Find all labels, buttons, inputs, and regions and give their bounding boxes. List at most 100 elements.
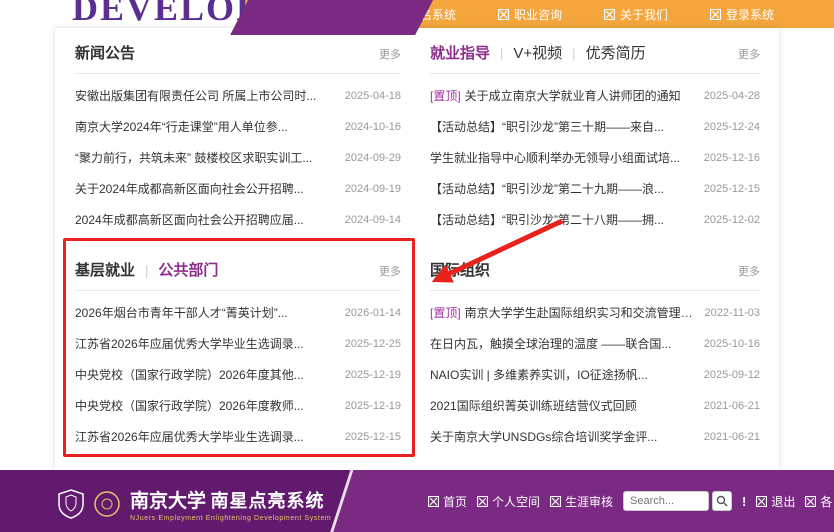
item-date: 2025-12-16 <box>703 151 760 164</box>
item-title: 在日内瓦，触摸全球治理的温度 ——联合国... <box>430 337 672 351</box>
broken-image-icon <box>710 8 722 20</box>
item-title: 【活动总结】“职引沙龙”第二十九期——浪... <box>430 182 664 196</box>
broken-image-icon <box>477 495 489 507</box>
search-icon <box>716 495 728 507</box>
system-name: 南星点亮系统 <box>210 491 325 511</box>
item-date: 2021-06-21 <box>703 430 760 443</box>
item-date: 2025-12-24 <box>703 120 760 133</box>
item-date: 2024-10-16 <box>344 120 401 133</box>
news-list-item[interactable]: 关于2024年成都高新区面向社会公开招聘... 2024-09-19 <box>75 173 401 204</box>
international-list-item[interactable]: NAIO实训 | 多维素养实训，IO征途扬帆... 2025-09-12 <box>430 359 760 390</box>
footer-brand-text: 南京大学 南星点亮系统 NJuers Employment Enlighteni… <box>130 486 331 522</box>
item-date: 2025-12-15 <box>703 182 760 195</box>
item-title: “聚力前行，共筑未来” 鼓楼校区求职实训工... <box>75 151 313 165</box>
news-list-item[interactable]: “聚力前行，共筑未来” 鼓楼校区求职实训工... 2024-09-29 <box>75 142 401 173</box>
item-date: 2024-09-19 <box>344 182 401 195</box>
page: DEVELOPMENT 报名系统 职业咨询 关于我们 登录系统 新闻公告 更多 … <box>0 0 834 532</box>
tab-v-video[interactable]: V+视频 <box>513 42 562 63</box>
top-nav-item[interactable]: 职业咨询 <box>498 6 562 23</box>
university-shield-icon <box>58 489 84 519</box>
item-date: 2025-12-02 <box>703 213 760 226</box>
item-date: 2025-04-28 <box>703 89 760 102</box>
logout-button[interactable]: 退出 <box>756 493 795 510</box>
top-nav-label: 职业咨询 <box>514 7 563 22</box>
international-list: [置顶] 南京大学学生赴国际组织实习和交流管理办... 2022-11-03 在… <box>430 297 760 452</box>
footer-clipped-label: 各 <box>820 494 833 509</box>
highlight-box <box>63 238 415 457</box>
guidance-list-item[interactable]: [置顶] 关于成立南京大学就业育人讲师团的通知 2025-04-28 <box>430 80 760 111</box>
footer-nav-item[interactable]: 生涯审核 <box>550 493 613 510</box>
news-more-link[interactable]: 更多 <box>379 46 401 62</box>
footer-clipped-item[interactable]: 各 <box>805 493 832 510</box>
panel-international-title: 国际组织 <box>430 262 491 279</box>
item-date: 2024-09-29 <box>344 151 401 164</box>
item-title: 【活动总结】“职引沙龙”第二十八期——拥... <box>430 213 664 227</box>
tab-separator: | <box>500 46 504 61</box>
international-more-link[interactable]: 更多 <box>738 263 760 279</box>
footer-nav-links: 首页 个人空间 生涯审核 <box>428 493 613 510</box>
item-title: 学生就业指导中心顺利举办无领导小组面试培... <box>430 151 681 165</box>
broken-image-icon <box>604 8 616 20</box>
panel-international-header: 国际组织 更多 <box>430 259 760 291</box>
alert-text: ! <box>742 493 747 509</box>
item-title: 关于成立南京大学就业育人讲师团的通知 <box>464 89 681 103</box>
item-date: 2022-11-03 <box>704 306 760 319</box>
tab-employment-guidance[interactable]: 就业指导 <box>430 42 490 63</box>
right-column: 就业指导 | V+视频 | 优秀简历 更多 [置顶] 关于成立南京大学就业育人讲… <box>430 42 760 452</box>
item-title: 关于2024年成都高新区面向社会公开招聘... <box>75 182 304 196</box>
top-nav-item[interactable]: 关于我们 <box>604 6 668 23</box>
item-date: 2025-09-12 <box>703 368 760 381</box>
item-title: NAIO实训 | 多维素养实训，IO征途扬帆... <box>430 368 648 382</box>
footer-nav-item[interactable]: 个人空间 <box>477 493 540 510</box>
logout-label: 退出 <box>771 494 796 509</box>
broken-image-icon <box>805 495 817 507</box>
search-input[interactable] <box>623 491 710 511</box>
international-list-item[interactable]: 在日内瓦，触摸全球治理的温度 ——联合国... 2025-10-16 <box>430 328 760 359</box>
panel-news: 新闻公告 更多 安徽出版集团有限责任公司 所属上市公司时... 2025-04-… <box>75 42 401 235</box>
footer-nav-label: 首页 <box>443 494 468 509</box>
panel-guidance-header: 就业指导 | V+视频 | 优秀简历 更多 <box>430 42 760 74</box>
item-title: 关于南京大学UNSDGs综合培训奖学金评... <box>430 430 658 444</box>
university-seal-icon <box>94 491 120 517</box>
guidance-list-item[interactable]: 【活动总结】“职引沙龙”第三十期——来自... 2025-12-24 <box>430 111 760 142</box>
item-title: 【活动总结】“职引沙龙”第三十期——来自... <box>430 120 664 134</box>
tab-excellent-resume[interactable]: 优秀简历 <box>586 42 646 63</box>
international-list-item[interactable]: 2021国际组织菁英训练班结营仪式回顾 2021-06-21 <box>430 390 760 421</box>
footer-nav-label: 生涯审核 <box>565 494 614 509</box>
guidance-list-item[interactable]: 【活动总结】“职引沙龙”第二十九期——浪... 2025-12-15 <box>430 173 760 204</box>
top-nav-item[interactable]: 登录系统 <box>710 6 774 23</box>
item-title: 2024年成都高新区面向社会公开招聘应届... <box>75 213 304 227</box>
guidance-list-item[interactable]: 学生就业指导中心顺利举办无领导小组面试培... 2025-12-16 <box>430 142 760 173</box>
news-list-item[interactable]: 安徽出版集团有限责任公司 所属上市公司时... 2025-04-18 <box>75 80 401 111</box>
international-list-item[interactable]: 关于南京大学UNSDGs综合培训奖学金评... 2021-06-21 <box>430 421 760 452</box>
footer-nav-item[interactable]: 首页 <box>428 493 467 510</box>
footer-search <box>623 491 733 511</box>
news-list-item[interactable]: 2024年成都高新区面向社会公开招聘应届... 2024-09-14 <box>75 204 401 235</box>
item-title: 2021国际组织菁英训练班结营仪式回顾 <box>430 399 637 413</box>
international-list-item[interactable]: [置顶] 南京大学学生赴国际组织实习和交流管理办... 2022-11-03 <box>430 297 760 328</box>
search-button[interactable] <box>712 491 733 511</box>
broken-image-icon <box>756 495 768 507</box>
guidance-list-item[interactable]: 【活动总结】“职引沙龙”第二十八期——拥... 2025-12-02 <box>430 204 760 235</box>
item-title: 安徽出版集团有限责任公司 所属上市公司时... <box>75 89 317 103</box>
footer-nav-label: 个人空间 <box>492 494 541 509</box>
news-list-item[interactable]: 南京大学2024年“行走课堂”用人单位参... 2024-10-16 <box>75 111 401 142</box>
pinned-tag: [置顶] <box>430 306 461 320</box>
footer: 南京大学 南星点亮系统 NJuers Employment Enlighteni… <box>0 470 834 532</box>
panel-guidance: 就业指导 | V+视频 | 优秀简历 更多 [置顶] 关于成立南京大学就业育人讲… <box>430 42 760 235</box>
broken-image-icon <box>550 495 562 507</box>
guidance-list: [置顶] 关于成立南京大学就业育人讲师团的通知 2025-04-28 【活动总结… <box>430 80 760 235</box>
item-date: 2025-04-18 <box>344 89 401 102</box>
broken-image-icon <box>498 8 510 20</box>
item-date: 2025-10-16 <box>703 337 760 350</box>
footer-nav: 首页 个人空间 生涯审核 Search... ! 退出 各 <box>428 470 832 532</box>
guidance-more-link[interactable]: 更多 <box>738 46 760 62</box>
top-nav-label: 关于我们 <box>620 7 669 22</box>
item-title: 南京大学2024年“行走课堂”用人单位参... <box>75 120 288 134</box>
panel-news-title: 新闻公告 <box>75 45 136 62</box>
pinned-tag: [置顶] <box>430 89 461 103</box>
item-date: 2024-09-14 <box>344 213 401 226</box>
purple-ribbon <box>230 0 433 35</box>
news-list: 安徽出版集团有限责任公司 所属上市公司时... 2025-04-18 南京大学2… <box>75 80 401 235</box>
item-title: 南京大学学生赴国际组织实习和交流管理办... <box>464 306 695 320</box>
